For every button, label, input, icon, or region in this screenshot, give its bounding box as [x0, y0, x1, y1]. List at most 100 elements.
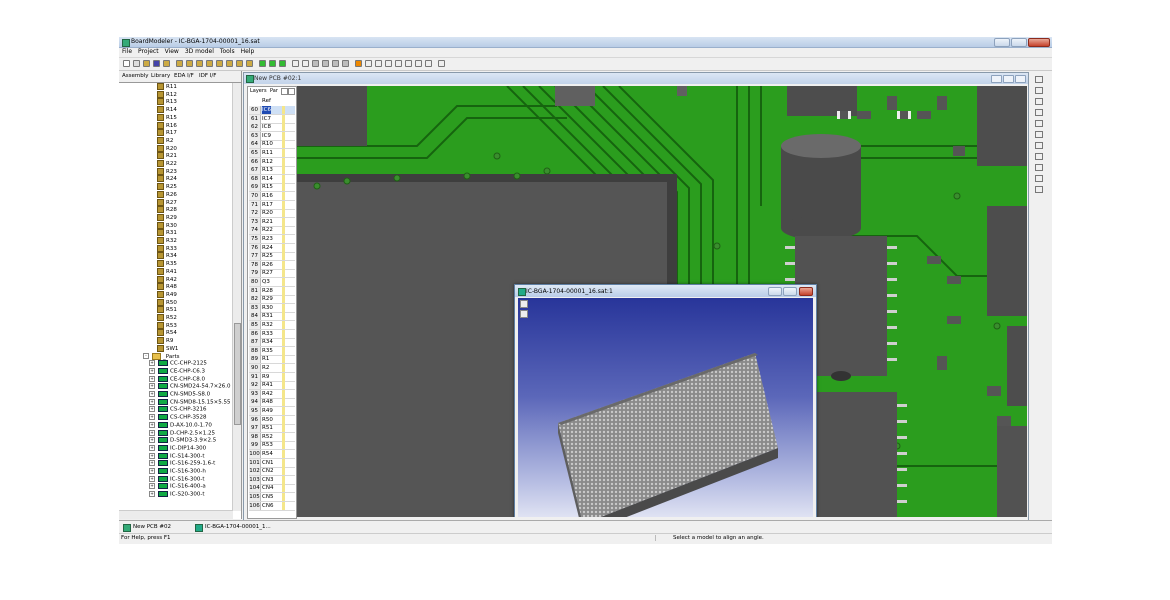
zoom-fit-icon[interactable] — [385, 60, 392, 67]
tree-item-r21[interactable]: R21 — [157, 152, 177, 160]
tree-item-r12[interactable]: R12 — [157, 90, 177, 98]
tree-item-r30[interactable]: R30 — [157, 221, 177, 229]
tree-part-item[interactable]: + IC-DIP14-300 — [149, 444, 206, 452]
orange-icon[interactable] — [355, 60, 362, 67]
model-3d-view[interactable] — [518, 298, 813, 517]
tree-item-r49[interactable]: R49 — [157, 290, 177, 298]
zoom-out-icon[interactable] — [415, 60, 422, 67]
pcb-minimize-button[interactable] — [991, 75, 1002, 83]
tree-item-r32[interactable]: R32 — [157, 237, 177, 244]
tool-5-icon[interactable] — [216, 60, 223, 67]
tab-assembly[interactable]: Assembly — [122, 73, 149, 79]
move-icon[interactable] — [365, 60, 372, 67]
tree-horizontal-scrollbar[interactable] — [119, 510, 233, 519]
pointer-2-icon[interactable] — [1035, 175, 1043, 182]
tree-item-r31[interactable]: R31 — [157, 229, 177, 237]
import-icon[interactable] — [143, 60, 150, 67]
tree-folder-parts[interactable]: - _Parts — [143, 352, 179, 360]
rotate-icon[interactable] — [375, 60, 382, 67]
expand-icon[interactable]: + — [149, 468, 155, 474]
expand-icon[interactable]: + — [149, 475, 155, 482]
tree-item-r42[interactable]: R42 — [157, 275, 177, 283]
pointer-1-icon[interactable] — [1035, 164, 1043, 171]
tree-item-r50[interactable]: R50 — [157, 298, 177, 306]
scroll-thumb[interactable] — [234, 323, 241, 425]
tree-item-r53[interactable]: R53 — [157, 321, 177, 329]
view-top-icon[interactable] — [1035, 98, 1043, 105]
tool-3-icon[interactable] — [196, 60, 203, 67]
menu-help[interactable]: Help — [241, 48, 255, 56]
tree-item-r23[interactable]: R23 — [157, 167, 177, 175]
expand-icon[interactable]: + — [149, 452, 155, 459]
gray-2-icon[interactable] — [322, 60, 329, 67]
expand-icon[interactable]: + — [149, 429, 155, 436]
expand-icon[interactable]: + — [149, 398, 155, 405]
menu-project[interactable]: Project — [138, 48, 159, 56]
tree-item-r15[interactable]: R15 — [157, 113, 177, 121]
pcb-close-button[interactable] — [1015, 75, 1026, 83]
tool-6-icon[interactable] — [226, 60, 233, 67]
tree-part-item[interactable]: + CE-CHP-C8.0 — [149, 375, 205, 383]
tool-2-icon[interactable] — [186, 60, 193, 67]
tree-item-r14[interactable]: R14 — [157, 106, 177, 114]
model-expand-icon[interactable] — [520, 310, 528, 318]
task-new-pcb[interactable]: New PCB #02 — [133, 524, 171, 530]
gray-4-icon[interactable] — [342, 60, 349, 67]
cut-icon[interactable] — [438, 60, 445, 67]
minimize-button[interactable] — [994, 38, 1010, 47]
save-icon[interactable] — [153, 60, 160, 67]
green-2-icon[interactable] — [269, 60, 276, 67]
tree-item-r22[interactable]: R22 — [157, 160, 177, 167]
tree-item-r25[interactable]: R25 — [157, 183, 177, 191]
tree-part-item[interactable]: + CS-CHP-3528 — [149, 414, 206, 421]
expand-icon[interactable]: + — [149, 391, 155, 397]
model-minimize-button[interactable] — [768, 287, 782, 296]
tool-8-icon[interactable] — [246, 60, 253, 67]
tree-part-item[interactable]: + IC-S16-300-h — [149, 468, 206, 475]
tool-1-icon[interactable] — [176, 60, 183, 67]
menu-view[interactable]: View — [165, 48, 179, 56]
tab-idf-if[interactable]: IDF I/F — [199, 73, 216, 79]
tree-part-item[interactable]: + CC-CHP-2125 — [149, 360, 207, 367]
model-close-button[interactable] — [799, 287, 813, 296]
tree-part-item[interactable]: + CE-CHP-C6.3 — [149, 367, 205, 375]
tree-part-item[interactable]: + IC-S16-300-t — [149, 475, 205, 483]
tree-item-r34[interactable]: R34 — [157, 252, 177, 260]
expand-icon[interactable]: + — [149, 421, 155, 428]
tab-library[interactable]: Library — [151, 73, 170, 79]
tree-part-item[interactable]: + D-SMD3-3.9×2.5 — [149, 437, 216, 444]
tool-4-icon[interactable] — [206, 60, 213, 67]
tree-part-item[interactable]: + IC-S16-259-1.6-t — [149, 460, 215, 467]
model-maximize-button[interactable] — [783, 287, 797, 296]
tool-7-icon[interactable] — [236, 60, 243, 67]
expand-icon[interactable]: + — [149, 375, 155, 382]
tree-part-item[interactable]: + D-AX-10.0-1.70 — [149, 421, 212, 429]
pointer-3-icon[interactable] — [1035, 186, 1043, 193]
open-icon[interactable] — [133, 60, 140, 67]
gray-1-icon[interactable] — [312, 60, 319, 67]
tree-item-r2[interactable]: R2 — [157, 136, 173, 144]
tree-part-item[interactable]: + D-CHP-2.5×1.25 — [149, 429, 215, 437]
tree-item-r26[interactable]: R26 — [157, 190, 177, 198]
tree-item-r27[interactable]: R27 — [157, 198, 177, 206]
table-row[interactable]: 106 CN6 — [249, 501, 295, 511]
task-model-window[interactable]: IC-BGA-1704-00001_1... — [205, 524, 271, 530]
tree-item-r28[interactable]: R28 — [157, 206, 177, 214]
tree-item-r48[interactable]: R48 — [157, 283, 177, 291]
expand-icon[interactable]: + — [149, 414, 155, 421]
tree-item-r29[interactable]: R29 — [157, 213, 177, 221]
tree-item-r41[interactable]: R41 — [157, 267, 177, 275]
tree-item-r17[interactable]: R17 — [157, 129, 177, 137]
measure-icon[interactable] — [1035, 142, 1043, 149]
zoom-window-icon[interactable] — [395, 60, 402, 67]
expand-icon[interactable]: + — [149, 460, 155, 467]
select-icon[interactable] — [1035, 76, 1043, 83]
tree-item-r51[interactable]: R51 — [157, 306, 177, 314]
pcb-3d-viewport[interactable]: IC-BGA-1704-00001_16.sat:1 — [297, 86, 1027, 517]
expand-icon[interactable]: + — [149, 437, 155, 444]
menu-tools[interactable]: Tools — [220, 48, 235, 56]
expand-icon[interactable]: + — [149, 367, 155, 374]
new-icon[interactable] — [123, 60, 130, 67]
expand-icon[interactable]: + — [149, 383, 155, 390]
tree-part-item[interactable]: + IC-S20-300-t — [149, 491, 205, 498]
